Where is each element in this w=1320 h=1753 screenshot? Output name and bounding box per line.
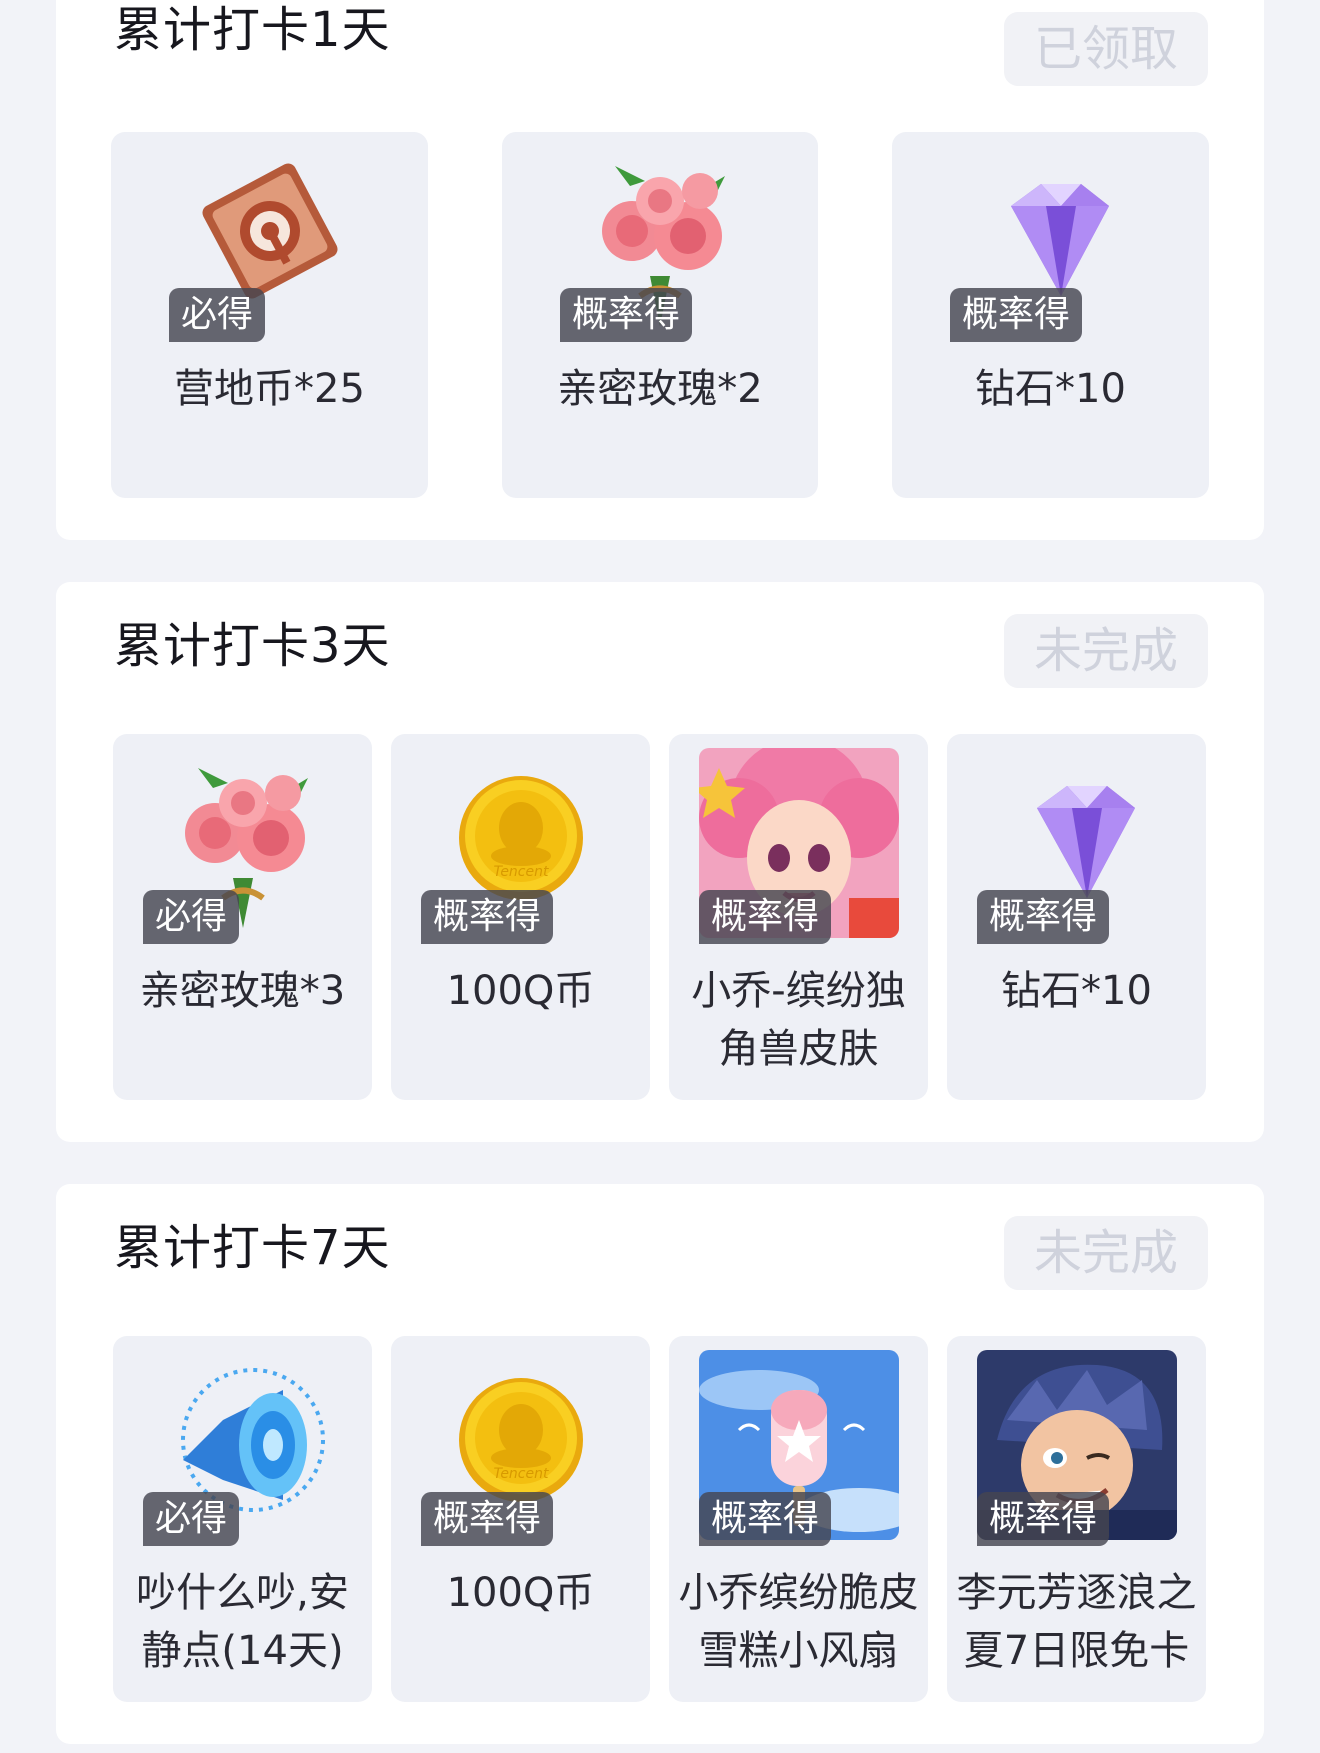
tag-probability: 概率得 [421,1492,554,1546]
reward-label-line2: 夏7日限免卡 [963,1628,1190,1674]
reward-label: 100Q币 [446,1570,595,1616]
reward-label: 钻石*10 [975,366,1126,412]
reward-label: 亲密玫瑰*3 [139,968,346,1014]
card-title: 累计打卡3天 [114,618,391,674]
reward-label: 营地币*25 [174,366,365,412]
reward-label-line2: 角兽皮肤 [718,1026,879,1072]
reward-item-qcoin[interactable]: Tencent 概率得 100Q币 [391,1336,650,1702]
tag-guaranteed: 必得 [169,288,266,342]
incomplete-button[interactable]: 未完成 [1004,614,1208,688]
reward-item-rose[interactable]: 概率得 亲密玫瑰*2 [502,132,818,498]
reward-item-fan[interactable]: 概率得 小乔缤纷脆皮 雪糕小风扇 [669,1336,928,1702]
reward-item-qcoin[interactable]: Tencent 概率得 100Q币 [391,734,650,1100]
reward-item-camp-coin[interactable]: 必得 营地币*25 [111,132,428,498]
reward-label-line1: 吵什么吵,安 [136,1570,349,1616]
reward-label: 亲密玫瑰*2 [557,366,763,412]
card-title: 累计打卡1天 [114,2,391,58]
checkin-card-day3: 累计打卡3天 未完成 必得 亲密玫瑰*3 Tencent 概率得 100Q币 概… [56,582,1264,1142]
checkin-card-day1: 累计打卡1天 已领取 必得 营地币*25 概率得 亲密玫瑰*2 概率得 钻石*1… [56,0,1264,540]
reward-label: 100Q币 [446,968,595,1014]
reward-label-line1: 李元芳逐浪之 [956,1570,1197,1616]
tag-guaranteed: 必得 [143,890,240,944]
reward-item-diamond[interactable]: 概率得 钻石*10 [947,734,1206,1100]
reward-label-line1: 小乔缤纷脆皮 [678,1570,919,1616]
reward-item-skin[interactable]: 概率得 小乔-缤纷独 角兽皮肤 [669,734,928,1100]
tag-probability: 概率得 [699,890,832,944]
reward-item-speaker[interactable]: 必得 吵什么吵,安 静点(14天) [113,1336,372,1702]
reward-label: 钻石*10 [1001,968,1152,1014]
checkin-card-day7: 累计打卡7天 未完成 必得 吵什么吵,安 静点(14天) Tencent 概率得… [56,1184,1264,1744]
reward-label-line2: 静点(14天) [141,1628,344,1674]
coin-watermark: Tencent [493,864,548,880]
tag-probability: 概率得 [421,890,554,944]
tag-probability: 概率得 [977,890,1110,944]
reward-item-diamond[interactable]: 概率得 钻石*10 [892,132,1209,498]
reward-item-hero-card[interactable]: 概率得 李元芳逐浪之 夏7日限免卡 [947,1336,1206,1702]
tag-probability: 概率得 [699,1492,832,1546]
claimed-button[interactable]: 已领取 [1004,12,1208,86]
reward-item-rose[interactable]: 必得 亲密玫瑰*3 [113,734,372,1100]
tag-probability: 概率得 [560,288,693,342]
card-title: 累计打卡7天 [114,1220,391,1276]
coin-watermark: Tencent [493,1466,548,1482]
incomplete-button[interactable]: 未完成 [1004,1216,1208,1290]
reward-label-line1: 小乔-缤纷独 [691,968,906,1014]
tag-probability: 概率得 [977,1492,1110,1546]
tag-probability: 概率得 [950,288,1083,342]
reward-label-line2: 雪糕小风扇 [698,1628,899,1674]
tag-guaranteed: 必得 [143,1492,240,1546]
